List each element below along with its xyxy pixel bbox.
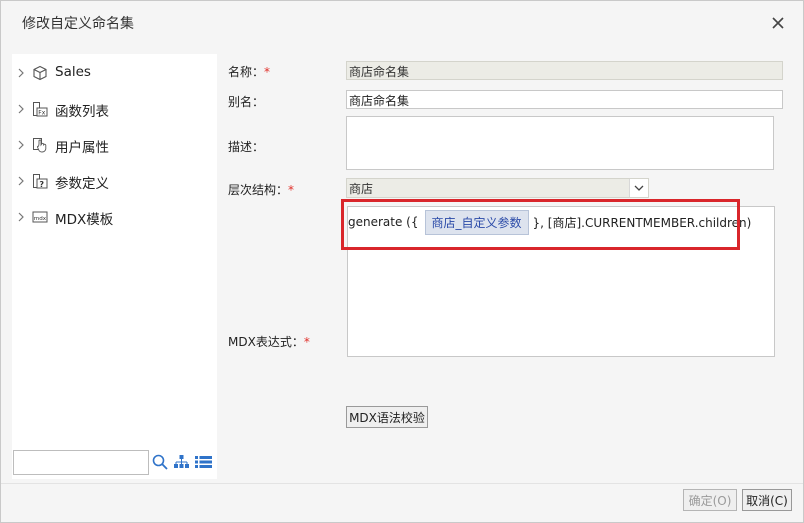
tree-item-parameter-definition[interactable]: ? 参数定义 (12, 169, 217, 193)
footer-divider (1, 483, 803, 484)
close-icon[interactable] (767, 12, 789, 34)
svg-text:?: ? (39, 180, 44, 189)
name-field: 商店命名集 (346, 61, 783, 80)
title-bar: 修改自定义命名集 (1, 1, 803, 43)
mdx-prefix: generate ({ (348, 215, 419, 229)
cube-icon (33, 65, 47, 81)
svg-text:mdx: mdx (34, 216, 47, 222)
alias-input[interactable]: 商店命名集 (346, 90, 783, 109)
tree-search-input[interactable] (13, 450, 149, 475)
hierarchy-select[interactable]: 商店 (346, 178, 649, 198)
ok-button[interactable]: 确定(O) (683, 489, 737, 511)
tree-item-label: 参数定义 (55, 176, 109, 192)
chevron-right-icon[interactable] (17, 68, 25, 78)
alias-label: 别名： (228, 95, 265, 109)
chevron-right-icon[interactable] (17, 176, 25, 186)
tree-item-label: 用户属性 (55, 140, 109, 156)
chevron-right-icon[interactable] (17, 140, 25, 150)
user-property-icon (33, 138, 47, 153)
dialog-title: 修改自定义命名集 (22, 16, 134, 32)
mdx-suffix: }, [商店].CURRENTMEMBER.children) (532, 215, 752, 230)
tree-item-label: 函数列表 (55, 104, 109, 120)
tree-item-function-list[interactable]: Fx 函数列表 (12, 97, 217, 121)
tree-item-label: Sales (55, 64, 91, 80)
hierarchy-label: 层次结构：* (228, 183, 295, 197)
edit-named-set-dialog: 修改自定义命名集 Sales Fx 函数列表 用户属性 ? 参数定义 mdx M… (0, 0, 804, 523)
tree-item-mdx-template[interactable]: mdx MDX模板 (12, 205, 217, 229)
name-label: 名称：* (228, 65, 271, 79)
tree-item-label: MDX模板 (55, 212, 114, 228)
tree-view-icon[interactable] (173, 454, 190, 469)
parameter-chip[interactable]: 商店_自定义参数 (424, 209, 529, 235)
required-mark: * (303, 335, 310, 349)
svg-text:Fx: Fx (38, 110, 45, 117)
mdx-expression-text: generate ({ 商店_自定义参数 }, [商店].CURRENTMEMB… (348, 209, 751, 235)
mdx-template-icon: mdx (32, 211, 48, 223)
chevron-down-icon[interactable] (629, 179, 648, 197)
description-label: 描述： (228, 140, 265, 154)
chevron-right-icon[interactable] (17, 104, 25, 114)
description-textarea[interactable] (346, 116, 774, 170)
mdx-label: MDX表达式：* (228, 335, 310, 349)
cancel-button[interactable]: 取消(C) (742, 489, 792, 511)
function-icon: Fx (33, 102, 48, 117)
tree-item-sales[interactable]: Sales (12, 61, 217, 85)
required-mark: * (288, 183, 295, 197)
search-icon[interactable] (151, 453, 169, 471)
required-mark: * (264, 65, 271, 79)
list-view-icon[interactable] (195, 456, 212, 468)
parameter-icon: ? (33, 174, 48, 189)
tree-item-user-properties[interactable]: 用户属性 (12, 133, 217, 157)
chevron-right-icon[interactable] (17, 212, 25, 222)
resource-tree-panel: Sales Fx 函数列表 用户属性 ? 参数定义 mdx MDX模板 (12, 54, 217, 479)
mdx-validate-button[interactable]: MDX语法校验 (346, 406, 428, 428)
